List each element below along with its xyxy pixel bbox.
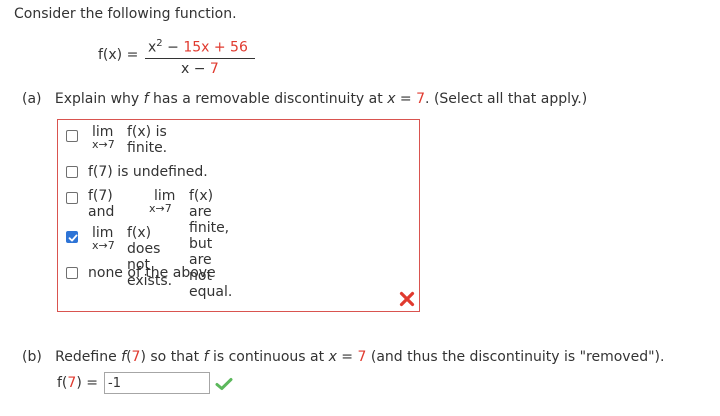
option-2-label: f(7) is undefined.	[88, 164, 208, 180]
f7-label: f(7) =	[57, 375, 98, 391]
option-4-checkbox[interactable]	[66, 231, 78, 243]
correct-check-icon	[215, 377, 233, 395]
option-3-checkbox[interactable]	[66, 192, 78, 204]
checkmark-icon	[68, 234, 78, 242]
fraction-bar	[145, 58, 255, 59]
option-1-checkbox[interactable]	[66, 130, 78, 142]
function-lhs: f(x) =	[98, 47, 139, 63]
part-b-prompt: (b) Redefine f(7) so that f is continuou…	[22, 349, 665, 365]
part-a-prompt: (a) Explain why f has a removable discon…	[22, 91, 588, 107]
option-2-checkbox[interactable]	[66, 166, 78, 178]
f7-answer-input[interactable]	[104, 372, 210, 394]
intro-text: Consider the following function.	[14, 6, 237, 22]
option-5-checkbox[interactable]	[66, 267, 78, 279]
function-numerator: x2 − 15x + 56	[148, 38, 248, 56]
option-5-label: none of the above	[88, 265, 216, 281]
incorrect-x-icon	[399, 291, 415, 311]
function-denominator: x − 7	[181, 61, 219, 77]
